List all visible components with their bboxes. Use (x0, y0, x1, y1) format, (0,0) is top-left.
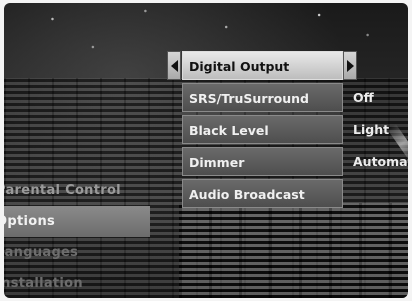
submenu-value-black-level: Light (353, 122, 390, 137)
submenu-label-dimmer[interactable]: Dimmer (182, 147, 343, 176)
menu-item-options[interactable]: Options (4, 206, 150, 237)
submenu-row-digital-output[interactable]: Digital Output (165, 51, 408, 82)
triangle-left-icon[interactable] (167, 51, 181, 80)
submenu-label-srs-trusurround[interactable]: SRS/TruSurround (182, 83, 343, 112)
menu-item-parental-control[interactable]: Parental Control (4, 175, 164, 206)
menu-item-languages[interactable]: Languages (4, 237, 164, 268)
submenu-label-digital-output[interactable]: Digital Output (182, 51, 343, 80)
tv-screen: Parental Control Options Languages Insta… (4, 3, 408, 298)
menu-item-installation[interactable]: Installation (4, 268, 164, 298)
background-equalizer-front (179, 203, 408, 298)
submenu-value-dimmer: Automatic (353, 154, 408, 169)
submenu-label-black-level[interactable]: Black Level (182, 115, 343, 144)
submenu-row-dimmer[interactable]: Dimmer Automatic (165, 147, 408, 178)
triangle-right-icon[interactable] (343, 51, 357, 80)
submenu-row-black-level[interactable]: Black Level Light (165, 115, 408, 146)
main-menu: Parental Control Options Languages Insta… (4, 175, 164, 298)
submenu-row-srs-trusurround[interactable]: SRS/TruSurround Off (165, 83, 408, 114)
options-submenu: Digital Output SRS/TruSurround Off Black… (165, 51, 408, 211)
submenu-label-audio-broadcast[interactable]: Audio Broadcast (182, 179, 343, 208)
submenu-row-audio-broadcast[interactable]: Audio Broadcast (165, 179, 408, 210)
submenu-value-srs-trusurround: Off (353, 90, 374, 105)
